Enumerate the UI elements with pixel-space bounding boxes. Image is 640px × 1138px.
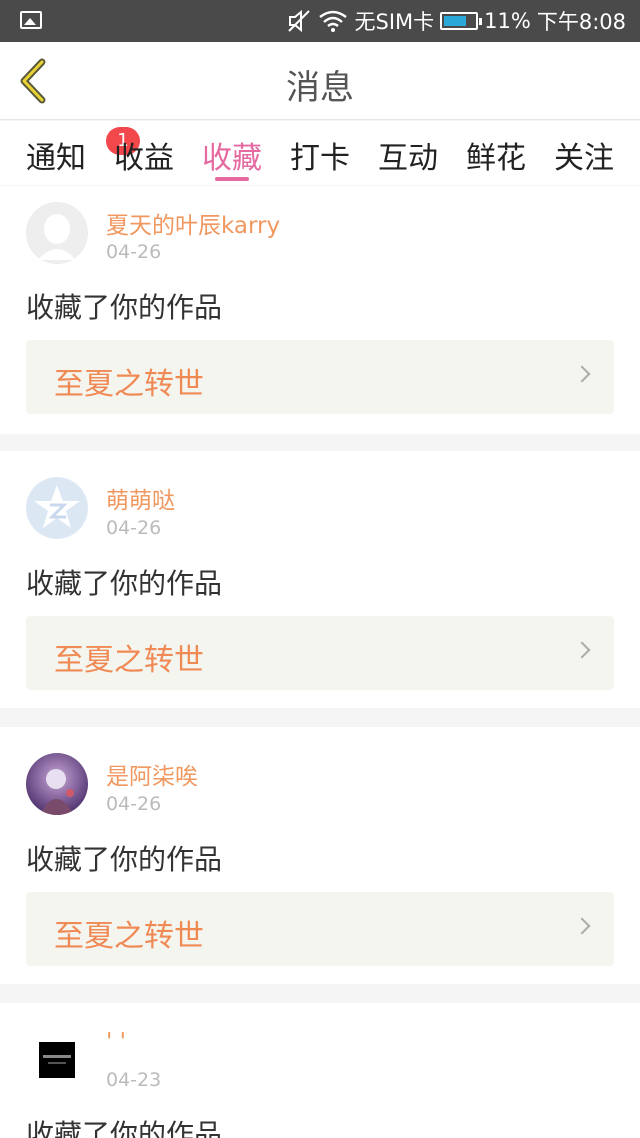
- battery-icon: [440, 12, 483, 30]
- list-item: 萌萌哒 04-26 收藏了你的作品 至夏之转世: [0, 451, 640, 708]
- username[interactable]: 夏天的叶辰karry: [106, 206, 280, 240]
- battery-percent: 11%: [484, 9, 531, 33]
- anime-avatar-icon: [40, 769, 74, 815]
- wifi-icon: [319, 10, 348, 32]
- mute-icon: [288, 9, 311, 33]
- date: 04-26: [106, 241, 162, 263]
- action-text: 收藏了你的作品: [26, 843, 223, 876]
- tab-favorites[interactable]: 收藏: [202, 133, 262, 177]
- avatar[interactable]: [26, 202, 88, 264]
- list-item: 是阿柒唉 04-26 收藏了你的作品 至夏之转世: [0, 727, 640, 984]
- status-bar: 无SIM卡 11% 下午8:08: [0, 0, 640, 42]
- tab-following[interactable]: 关注: [554, 133, 614, 177]
- work-link[interactable]: 至夏之转世: [26, 616, 614, 690]
- work-title: 至夏之转世: [54, 643, 204, 678]
- tab-notice[interactable]: 通知 1: [26, 127, 140, 177]
- chevron-right-icon: [573, 365, 591, 383]
- avatar[interactable]: [26, 753, 88, 815]
- action-text: 收藏了你的作品: [26, 1118, 223, 1138]
- tab-earnings[interactable]: 收益: [114, 133, 174, 177]
- work-title: 至夏之转世: [54, 919, 204, 954]
- date: 04-26: [106, 517, 162, 539]
- list-item: 夏天的叶辰karry 04-26 收藏了你的作品 至夏之转世: [0, 186, 640, 434]
- date: 04-26: [106, 793, 162, 815]
- header: 消息: [0, 42, 640, 120]
- active-tab-indicator: [215, 177, 249, 181]
- work-link[interactable]: 至夏之转世: [26, 892, 614, 966]
- action-text: 收藏了你的作品: [26, 567, 223, 600]
- tab-bar: 通知 1 收益 收藏 打卡 互动 鲜花 关注: [0, 121, 640, 185]
- work-title: 至夏之转世: [54, 367, 204, 402]
- chevron-right-icon: [573, 917, 591, 935]
- avatar[interactable]: [26, 1029, 88, 1091]
- date: 04-23: [106, 1069, 162, 1091]
- sim-status: 无SIM卡: [354, 10, 435, 34]
- tab-label: 通知: [26, 141, 86, 176]
- username[interactable]: 萌萌哒: [106, 481, 175, 515]
- star-avatar-icon: [27, 478, 87, 538]
- work-link[interactable]: 至夏之转世: [26, 340, 614, 414]
- clock: 下午8:08: [536, 10, 626, 34]
- chevron-right-icon: [573, 641, 591, 659]
- page-title: 消息: [286, 68, 354, 108]
- logo-avatar-icon: [39, 1042, 75, 1078]
- username[interactable]: 是阿柒唉: [106, 757, 198, 791]
- action-text: 收藏了你的作品: [26, 291, 223, 324]
- avatar[interactable]: [26, 477, 88, 539]
- tab-checkin[interactable]: 打卡: [290, 133, 350, 177]
- default-avatar-icon: [27, 203, 87, 263]
- tab-flowers[interactable]: 鲜花: [466, 133, 526, 177]
- tab-interaction[interactable]: 互动: [378, 133, 438, 177]
- gallery-icon: [20, 11, 42, 29]
- list-item: ' ' 04-23 收藏了你的作品: [0, 1003, 640, 1138]
- username[interactable]: ' ': [106, 1029, 126, 1055]
